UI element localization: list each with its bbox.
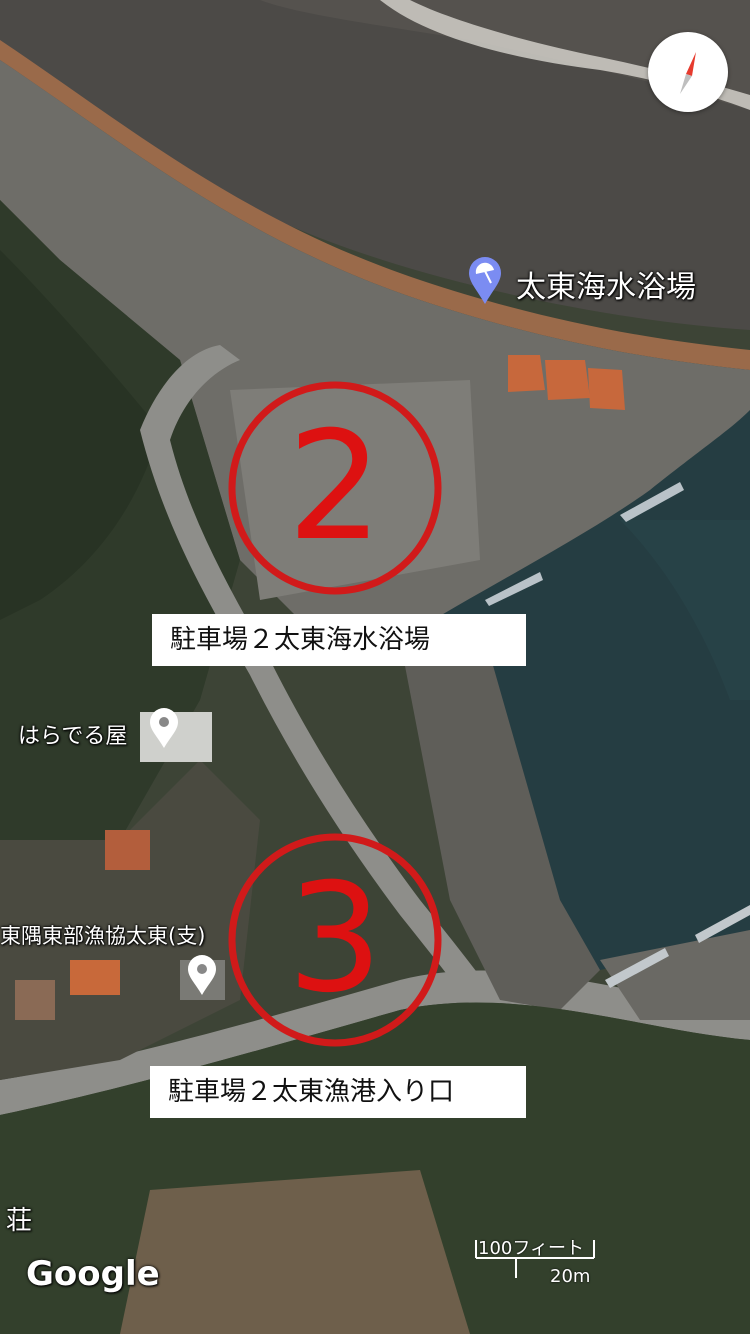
annotation-number-3: 3 bbox=[287, 852, 383, 1026]
annotation-caption-3: 駐車場２太東漁港入り口 bbox=[150, 1066, 526, 1118]
beach-umbrella-pin-icon[interactable] bbox=[467, 256, 503, 306]
satellite-map[interactable]: 太東海水浴場 2 駐車場２太東海水浴場 はらでる屋 3 駐車場２太東漁港入り口 … bbox=[0, 0, 750, 1334]
annotation-number-2: 2 bbox=[287, 400, 383, 574]
poi-label-so[interactable]: 荘 bbox=[6, 1200, 32, 1237]
location-pin-icon[interactable] bbox=[148, 708, 180, 750]
scale-label-metric: 20m bbox=[550, 1266, 591, 1287]
annotation-caption-2: 駐車場２太東海水浴場 bbox=[152, 614, 526, 666]
compass-icon bbox=[680, 52, 696, 94]
google-logo: Google bbox=[26, 1254, 160, 1294]
poi-label-fishery[interactable]: 東隅東部漁協太東(支) bbox=[0, 920, 205, 950]
satellite-imagery bbox=[0, 0, 750, 1334]
beach-label[interactable]: 太東海水浴場 bbox=[516, 262, 696, 306]
compass-button[interactable] bbox=[648, 32, 728, 112]
poi-label-haraderu[interactable]: はらでる屋 bbox=[18, 718, 127, 750]
location-pin-icon[interactable] bbox=[186, 955, 218, 997]
